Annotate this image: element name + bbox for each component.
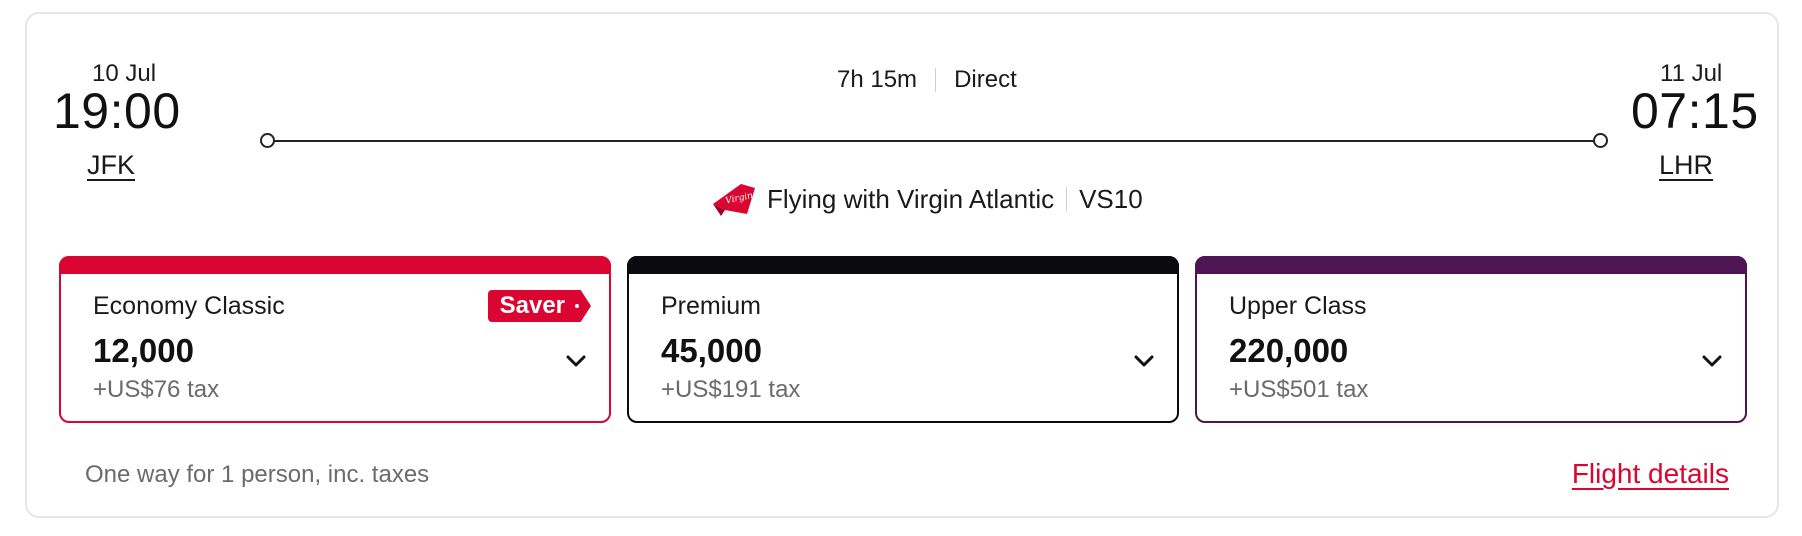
route-line xyxy=(267,140,1599,142)
fare-option-economy-classic[interactable]: Economy Classic Saver 12,000 +US$76 tax xyxy=(59,256,611,423)
saver-badge: Saver xyxy=(487,290,591,322)
fare-color-bar xyxy=(1195,256,1747,274)
stops-label: Direct xyxy=(954,66,1017,93)
operator-row: Virgin Flying with Virgin Atlantic VS10 xyxy=(711,180,1143,218)
divider xyxy=(935,68,937,92)
chevron-down-icon[interactable] xyxy=(1133,354,1155,368)
fare-points: 45,000 xyxy=(661,332,762,369)
fare-name: Premium xyxy=(661,292,762,320)
fare-color-bar xyxy=(627,256,1179,274)
chevron-down-icon[interactable] xyxy=(1701,354,1723,368)
virgin-atlantic-logo-icon: Virgin xyxy=(713,184,755,216)
fare-tax: +US$501 tax xyxy=(1229,376,1369,403)
arrival-time: 07:15 xyxy=(1631,83,1759,139)
operator-text: Flying with Virgin Atlantic xyxy=(767,183,1055,214)
arrival-airport-link[interactable]: LHR xyxy=(1659,150,1713,181)
fare-points: 12,000 xyxy=(93,332,194,369)
saver-badge-label: Saver xyxy=(499,292,565,319)
fare-tax: +US$191 tax xyxy=(661,376,801,403)
flight-number: VS10 xyxy=(1079,183,1143,214)
fare-footnote: One way for 1 person, inc. taxes xyxy=(85,461,430,488)
fare-name: Economy Classic xyxy=(93,292,285,320)
destination-node-icon xyxy=(1593,133,1608,148)
fare-color-bar xyxy=(59,256,611,274)
fare-points: 220,000 xyxy=(1229,332,1349,369)
fare-option-upper-class[interactable]: Upper Class 220,000 +US$501 tax xyxy=(1195,256,1747,423)
flight-result-card: 10 Jul 19:00 JFK 11 Jul 07:15 LHR 7h 15m… xyxy=(25,12,1779,518)
flight-details-link[interactable]: Flight details xyxy=(1572,458,1729,490)
tag-hole-icon xyxy=(575,304,579,308)
departure-time: 19:00 xyxy=(53,83,181,139)
divider xyxy=(1066,187,1068,211)
fare-tax: +US$76 tax xyxy=(93,376,220,403)
fare-name: Upper Class xyxy=(1229,292,1367,320)
flight-duration: 7h 15m xyxy=(837,66,918,93)
fare-option-premium[interactable]: Premium 45,000 +US$191 tax xyxy=(627,256,1179,423)
origin-node-icon xyxy=(260,133,275,148)
departure-airport-link[interactable]: JFK xyxy=(87,150,135,181)
duration-stops-row: 7h 15m Direct xyxy=(837,66,1017,94)
chevron-down-icon[interactable] xyxy=(565,354,587,368)
